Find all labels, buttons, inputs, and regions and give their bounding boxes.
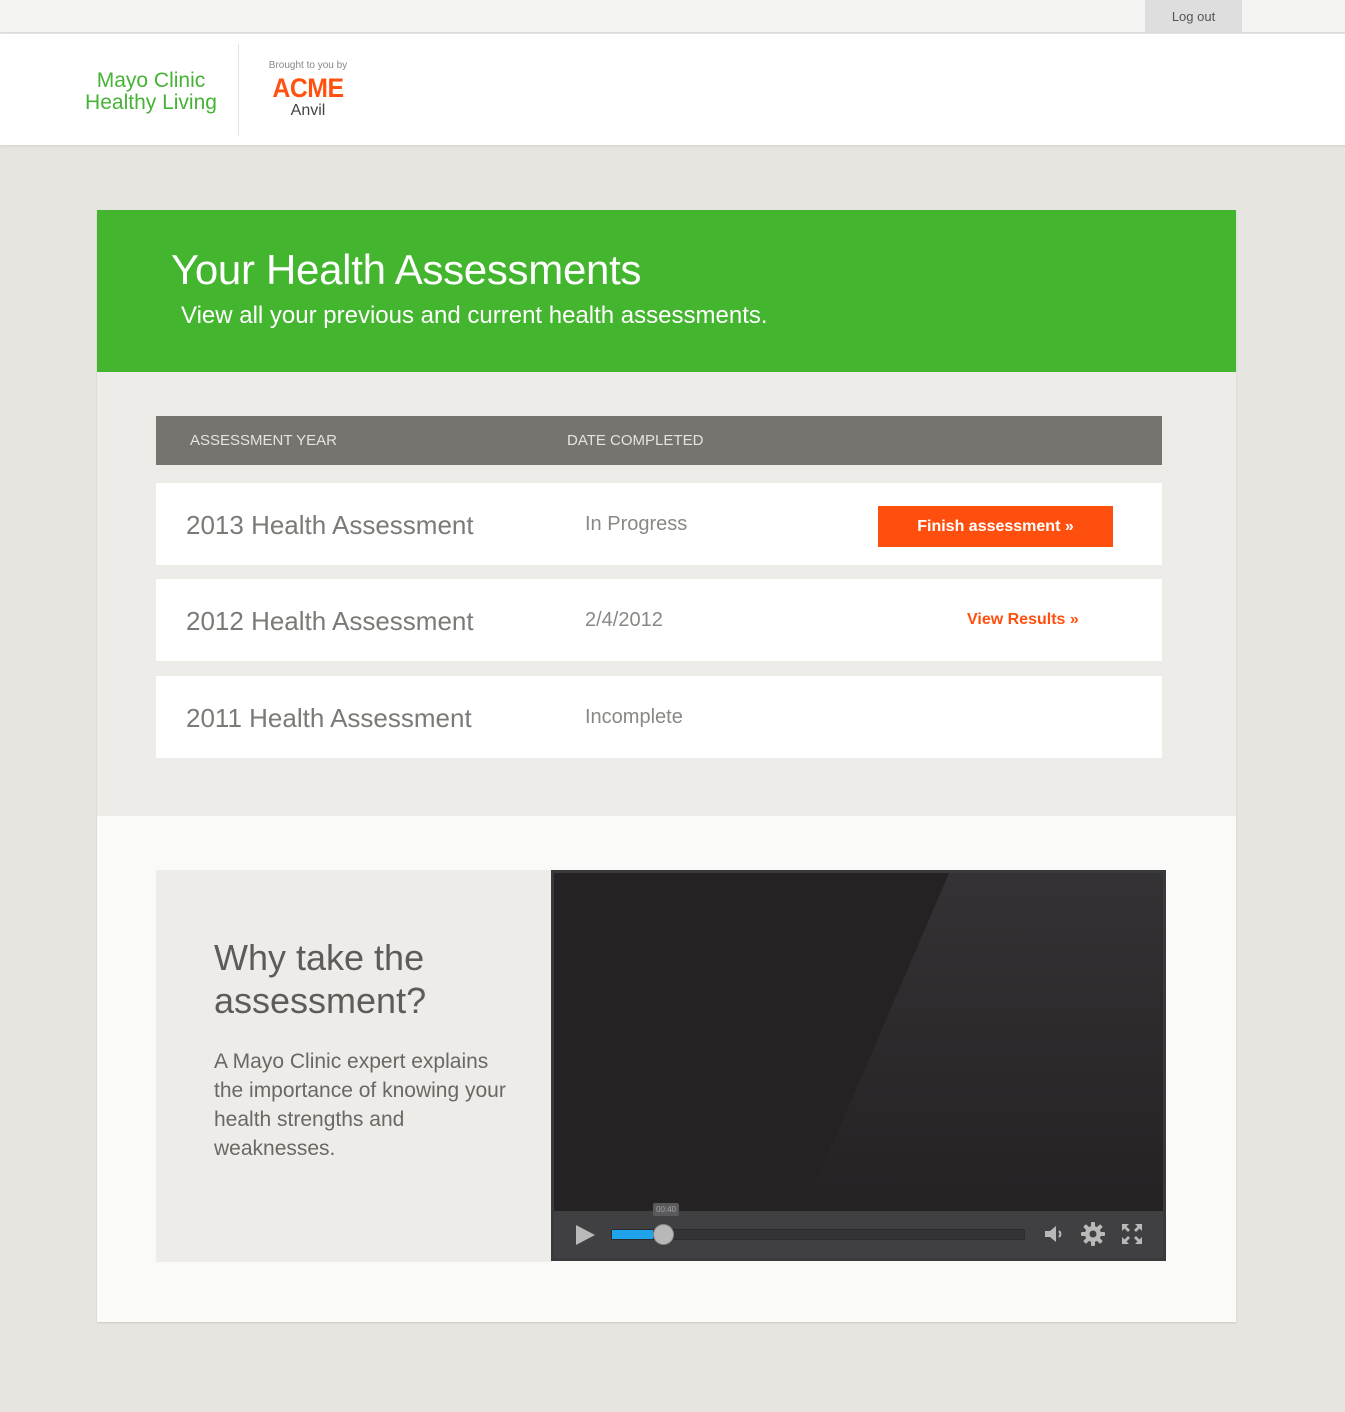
header-divider [238,44,239,136]
sponsor-name: ACME [272,73,344,103]
why-description: A Mayo Clinic expert explains the import… [214,1050,506,1160]
brand-line-2: Healthy Living [85,91,217,114]
progress-fill [612,1230,653,1239]
assessment-name: 2013 Health Assessment [186,510,474,540]
why-title: Why take the assessment? [214,937,427,1021]
why-panel: Why take the assessment? A Mayo Clinic e… [156,870,552,1262]
site-header: Mayo Clinic Healthy Living Brought to yo… [0,34,1345,146]
play-icon[interactable] [574,1224,596,1251]
column-header-year: ASSESSMENT YEAR [190,432,337,449]
scrubber-handle[interactable] [653,1224,674,1245]
page-subtitle: View all your previous and current healt… [181,302,768,329]
brand-line-1: Mayo Clinic [96,69,206,92]
assessments-card: Your Health Assessments View all your pr… [97,210,1236,1322]
table-row: 2013 Health Assessment In Progress Finis… [156,483,1162,565]
view-results-link[interactable]: View Results » [967,611,1079,629]
screen-gloss [804,873,1163,1211]
assessment-date: 2/4/2012 [585,609,663,631]
progress-bar[interactable]: 00:40 [611,1203,1025,1245]
video-controls: 00:40 [554,1203,1163,1258]
assessment-name: 2012 Health Assessment [186,606,474,636]
sponsor-subname: Anvil [290,102,326,119]
video-screen[interactable] [554,873,1163,1211]
page-title: Your Health Assessments [171,246,642,293]
gear-icon[interactable] [1080,1221,1106,1252]
assessment-name: 2011 Health Assessment [186,703,472,733]
assessment-status: In Progress [585,513,688,535]
hero-banner: Your Health Assessments View all your pr… [97,210,1236,372]
fullscreen-icon[interactable] [1120,1222,1144,1251]
table-row: 2011 Health Assessment Incomplete [156,676,1162,758]
logout-button[interactable]: Log out [1145,0,1242,32]
brand-logo[interactable]: Mayo Clinic Healthy Living [76,70,226,114]
assessment-status: Incomplete [585,706,683,728]
top-utility-bar: Log out [0,0,1345,33]
volume-icon[interactable] [1043,1222,1067,1251]
sponsor-logo: Brought to you by ACME Anvil [258,60,358,119]
assessments-table: ASSESSMENT YEAR DATE COMPLETED 2013 Heal… [97,372,1236,816]
finish-assessment-button[interactable]: Finish assessment » [878,506,1113,547]
sponsor-tagline: Brought to you by [268,60,348,71]
table-header: ASSESSMENT YEAR DATE COMPLETED [156,416,1162,465]
time-tooltip: 00:40 [653,1203,680,1216]
video-player[interactable]: 00:40 [551,870,1166,1261]
column-header-date: DATE COMPLETED [567,432,704,449]
table-row: 2012 Health Assessment 2/4/2012 View Res… [156,579,1162,661]
